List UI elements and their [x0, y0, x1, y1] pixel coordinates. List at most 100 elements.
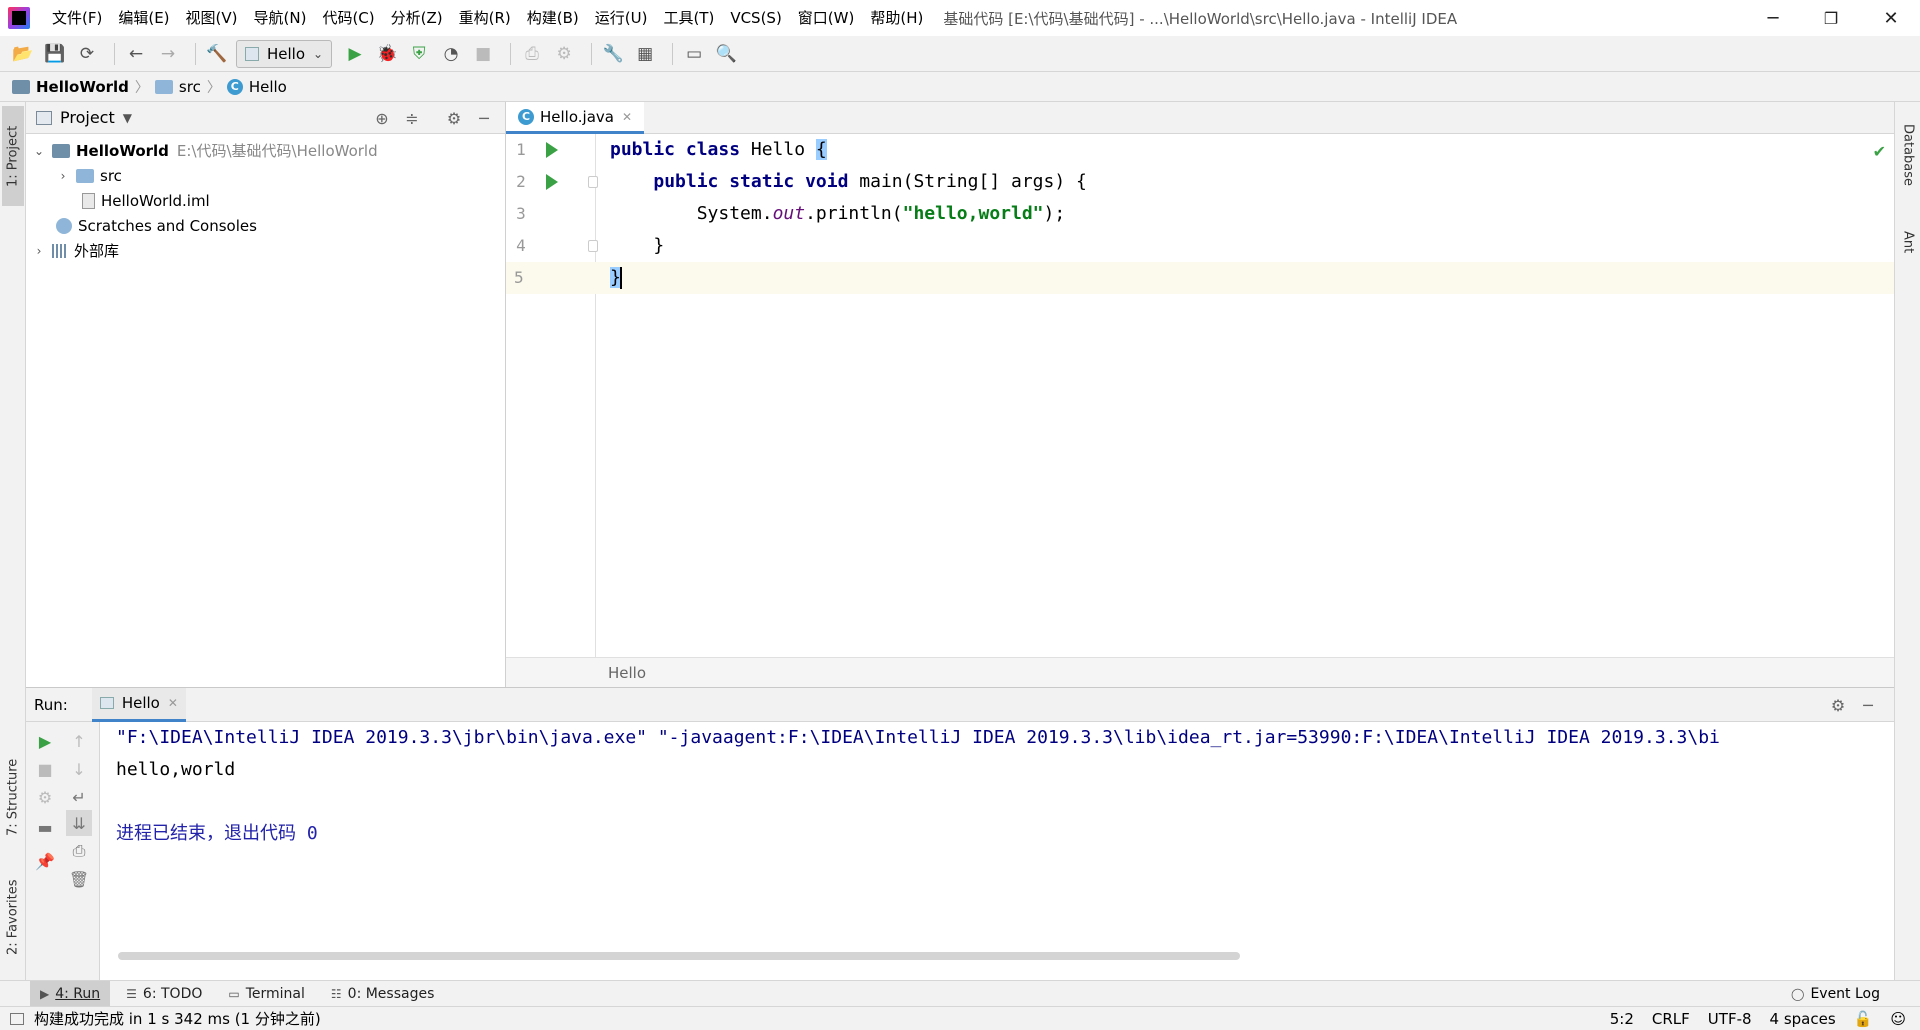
project-panel: Project ▼ ⊕ ≑ ⚙ ─ ⌄ HelloWorld E:\代码\基础代… [26, 102, 506, 687]
menu-item-1[interactable]: 编辑(E) [110, 0, 177, 36]
indent-setting[interactable]: 4 spaces [1770, 1010, 1836, 1028]
forward-icon[interactable]: → [155, 41, 181, 67]
tool-tab-ant[interactable]: Ant [1897, 212, 1919, 272]
tool-tab-messages[interactable]: ☷ 0: Messages [321, 981, 445, 1007]
collapsed-arrow-icon[interactable]: › [56, 169, 70, 183]
collapse-all-icon[interactable]: ≑ [400, 106, 424, 130]
code-editor[interactable]: public class Hello { public static void … [596, 134, 1894, 657]
line-number: 3 [516, 204, 526, 223]
menu-item-0[interactable]: 文件(F) [44, 0, 110, 36]
project-view-select[interactable]: Project [60, 108, 115, 127]
horizontal-scrollbar[interactable] [118, 952, 1240, 960]
gear-icon[interactable]: ⚙ [442, 106, 466, 130]
tool-tab-todo[interactable]: ☰ 6: TODO [116, 981, 212, 1007]
menu-item-10[interactable]: VCS(S) [722, 0, 789, 36]
tool-tab-project[interactable]: 1: Project [2, 106, 24, 206]
menu-item-12[interactable]: 帮助(H) [862, 0, 931, 36]
settings-wrench-icon[interactable]: 🔧 [600, 41, 626, 67]
tree-item-label: HelloWorld.iml [101, 191, 210, 210]
editor-tab-hello-java[interactable]: C Hello.java ✕ [506, 102, 645, 134]
sync-icon[interactable]: ⟳ [74, 41, 100, 67]
tool-tab-event-log[interactable]: ◯ Event Log [1791, 981, 1880, 1007]
menu-item-6[interactable]: 重构(R) [451, 0, 519, 36]
breadcrumb-project[interactable]: HelloWorld [12, 78, 129, 96]
caret-position[interactable]: 5:2 [1610, 1010, 1634, 1028]
string-literal: "hello,world" [902, 203, 1044, 224]
console-output[interactable]: "F:\IDEA\IntelliJ IDEA 2019.3.3\jbr\bin\… [100, 722, 1894, 981]
lock-icon[interactable]: 🔓 [1854, 1010, 1873, 1028]
run-icon[interactable]: ▶ [342, 41, 368, 67]
pin-icon[interactable]: 📌 [32, 848, 58, 874]
restore-layout-icon[interactable]: ⚙ [32, 784, 58, 810]
tool-tab-favorites[interactable]: 2: Favorites [2, 862, 24, 972]
stop-icon[interactable]: ■ [32, 756, 58, 782]
rerun-icon[interactable]: ▶ [32, 728, 58, 754]
locate-file-icon[interactable]: ⊕ [370, 106, 394, 130]
status-message[interactable]: 构建成功完成 in 1 s 342 ms (1 分钟之前) [34, 1008, 321, 1029]
menu-item-9[interactable]: 工具(T) [655, 0, 722, 36]
run-tab-hello[interactable]: Hello ✕ [91, 687, 186, 722]
print-icon[interactable]: ⎙ [66, 838, 92, 864]
close-tab-icon[interactable]: ✕ [168, 696, 178, 710]
scroll-to-end-icon[interactable]: ⇊ [66, 810, 92, 836]
menu-item-8[interactable]: 运行(U) [587, 0, 656, 36]
debug-icon[interactable]: 🐞 [374, 41, 400, 67]
tool-tab-structure[interactable]: 7: Structure [2, 742, 24, 852]
back-icon[interactable]: ← [123, 41, 149, 67]
menu-bar: 文件(F) 编辑(E) 视图(V) 导航(N) 代码(C) 分析(Z) 重构(R) 构建(B)… [44, 0, 931, 36]
up-arrow-icon[interactable]: ↑ [66, 728, 92, 754]
down-arrow-icon[interactable]: ↓ [66, 756, 92, 782]
coverage-icon[interactable]: ⛨ [406, 41, 432, 67]
menu-item-5[interactable]: 分析(Z) [383, 0, 451, 36]
breadcrumb-folder[interactable]: src [154, 78, 201, 96]
tool-tab-terminal[interactable]: ▭ Terminal [218, 981, 315, 1007]
menu-item-3[interactable]: 导航(N) [246, 0, 315, 36]
tree-item-iml[interactable]: HelloWorld.iml [82, 188, 210, 213]
close-tab-icon[interactable]: ✕ [622, 110, 632, 124]
profile-icon[interactable]: ◔ [438, 41, 464, 67]
inspector-icon[interactable]: ☺ [1890, 1010, 1906, 1028]
run-main-gutter-icon[interactable] [546, 174, 558, 190]
menu-item-11[interactable]: 窗口(W) [790, 0, 863, 36]
build-icon[interactable]: 🔨 [204, 41, 230, 67]
project-structure-icon[interactable]: ▦ [632, 41, 658, 67]
save-icon[interactable]: 💾 [42, 41, 68, 67]
run-configuration-select[interactable]: Hello ⌄ [236, 39, 333, 68]
hide-panel-icon[interactable]: ─ [1856, 693, 1880, 717]
status-indicators: 5:2 CRLF UTF-8 4 spaces 🔓 ☺ [1592, 1007, 1906, 1030]
tree-item-src[interactable]: › src [56, 163, 122, 188]
restore-button[interactable]: ❐ [1802, 0, 1860, 36]
tree-item-external-libraries[interactable]: › 外部库 [32, 238, 119, 263]
attach-icon[interactable]: ⎙ [519, 41, 545, 67]
trash-icon[interactable]: 🗑 [66, 866, 92, 892]
toggle-tool-windows-icon[interactable] [10, 1012, 24, 1025]
stop-icon[interactable]: ■ [470, 41, 496, 67]
chevron-down-icon[interactable]: ▼ [123, 111, 132, 125]
file-encoding[interactable]: UTF-8 [1708, 1010, 1752, 1028]
vcs-icon[interactable]: ⚙ [551, 41, 577, 67]
tool-tab-run[interactable]: ▶ 4: Run [30, 980, 111, 1007]
toolbar-divider [114, 42, 115, 65]
collapsed-arrow-icon[interactable]: › [32, 244, 46, 258]
terminal-icon[interactable]: ▭ [681, 41, 707, 67]
menu-item-2[interactable]: 视图(V) [178, 0, 246, 36]
minimize-button[interactable]: ─ [1744, 0, 1802, 36]
layout-icon[interactable]: ▬ [32, 814, 58, 840]
hide-panel-icon[interactable]: ─ [472, 106, 496, 130]
line-separator[interactable]: CRLF [1652, 1010, 1690, 1028]
close-window-button[interactable]: ✕ [1862, 0, 1920, 36]
run-configuration-label: Hello [267, 44, 306, 63]
menu-item-7[interactable]: 构建(B) [519, 0, 587, 36]
tool-tab-database[interactable]: Database [1897, 110, 1919, 200]
tree-item-project-root[interactable]: ⌄ HelloWorld E:\代码\基础代码\HelloWorld [32, 138, 378, 163]
breadcrumb-class[interactable]: C Hello [226, 78, 287, 96]
expanded-arrow-icon[interactable]: ⌄ [32, 144, 46, 158]
soft-wrap-icon[interactable]: ↵ [66, 784, 92, 810]
tree-item-scratches[interactable]: Scratches and Consoles [56, 213, 257, 238]
open-folder-icon[interactable]: 📂 [10, 41, 36, 67]
editor-breadcrumb-footer[interactable]: Hello [506, 657, 1894, 687]
menu-item-4[interactable]: 代码(C) [314, 0, 382, 36]
run-class-gutter-icon[interactable] [546, 142, 558, 158]
gear-icon[interactable]: ⚙ [1826, 693, 1850, 717]
search-icon[interactable]: 🔍 [713, 41, 739, 67]
